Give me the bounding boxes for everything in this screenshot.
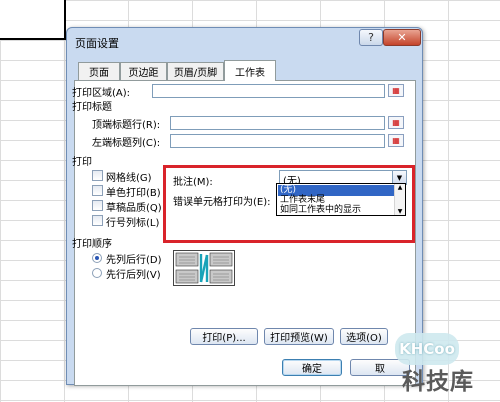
gridlines-label: 网格线(G) xyxy=(106,173,152,184)
columns-to-repeat-label: 左端标题列(C): xyxy=(92,138,161,149)
over-then-down-label: 先行后列(V) xyxy=(106,270,161,281)
ok-button[interactable]: 确定 xyxy=(282,359,342,376)
close-icon: ✕ xyxy=(397,31,407,44)
print-preview-button[interactable]: 打印预览(W) xyxy=(264,328,334,345)
help-icon: ? xyxy=(368,31,374,44)
print-area-label: 打印区域(A): xyxy=(72,88,131,99)
print-heading: 打印 xyxy=(72,157,92,168)
over-then-down-radio[interactable] xyxy=(92,268,102,278)
page-order-heading: 打印顺序 xyxy=(72,239,112,250)
khcoo-watermark-logo: KHCoo xyxy=(395,333,459,365)
black-and-white-checkbox[interactable] xyxy=(92,185,103,196)
rows-to-repeat-label: 顶端标题行(R): xyxy=(92,120,161,131)
collapse-dialog-icon[interactable]: ▦ xyxy=(388,134,404,147)
black-and-white-label: 单色打印(B) xyxy=(106,188,161,199)
dialog-title: 页面设置 xyxy=(75,37,119,50)
tab-header-footer[interactable]: 页眉/页脚 xyxy=(167,62,224,80)
print-titles-heading: 打印标题 xyxy=(72,102,112,113)
tab-page[interactable]: 页面 xyxy=(78,62,120,80)
collapse-dialog-icon[interactable]: ▦ xyxy=(388,116,404,129)
down-then-over-label: 先列后行(D) xyxy=(106,255,162,266)
scroll-down-icon[interactable]: ▼ xyxy=(398,208,403,215)
watermark-text: 科技库 xyxy=(402,369,474,395)
row-col-headings-label: 行号列标(L) xyxy=(106,218,160,229)
rows-to-repeat-input[interactable] xyxy=(170,116,385,130)
page-order-preview-icon xyxy=(173,250,235,286)
tab-margins[interactable]: 页边距 xyxy=(120,62,167,80)
draft-quality-checkbox[interactable] xyxy=(92,200,103,211)
dropdown-option-as-displayed[interactable]: 如同工作表中的显示 xyxy=(278,205,394,216)
close-button[interactable]: ✕ xyxy=(383,29,421,46)
columns-to-repeat-input[interactable] xyxy=(170,134,385,148)
print-button[interactable]: 打印(P)... xyxy=(190,328,258,345)
dropdown-scrollbar[interactable]: ▲ ▼ xyxy=(394,184,405,215)
print-area-input[interactable] xyxy=(152,84,385,98)
gridlines-checkbox[interactable] xyxy=(92,170,103,181)
help-button[interactable]: ? xyxy=(359,29,383,46)
draft-quality-label: 草稿品质(Q) xyxy=(106,203,162,214)
row-col-headings-checkbox[interactable] xyxy=(92,215,103,226)
down-then-over-radio[interactable] xyxy=(92,253,102,263)
scroll-up-icon[interactable]: ▲ xyxy=(398,184,403,191)
comments-dropdown-list: (无) 工作表末尾 如同工作表中的显示 ▲ ▼ xyxy=(276,183,406,216)
tab-sheet[interactable]: 工作表 xyxy=(224,60,276,81)
selected-cell xyxy=(0,0,66,40)
options-button[interactable]: 选项(O) xyxy=(340,328,388,345)
collapse-dialog-icon[interactable]: ▦ xyxy=(388,84,404,97)
